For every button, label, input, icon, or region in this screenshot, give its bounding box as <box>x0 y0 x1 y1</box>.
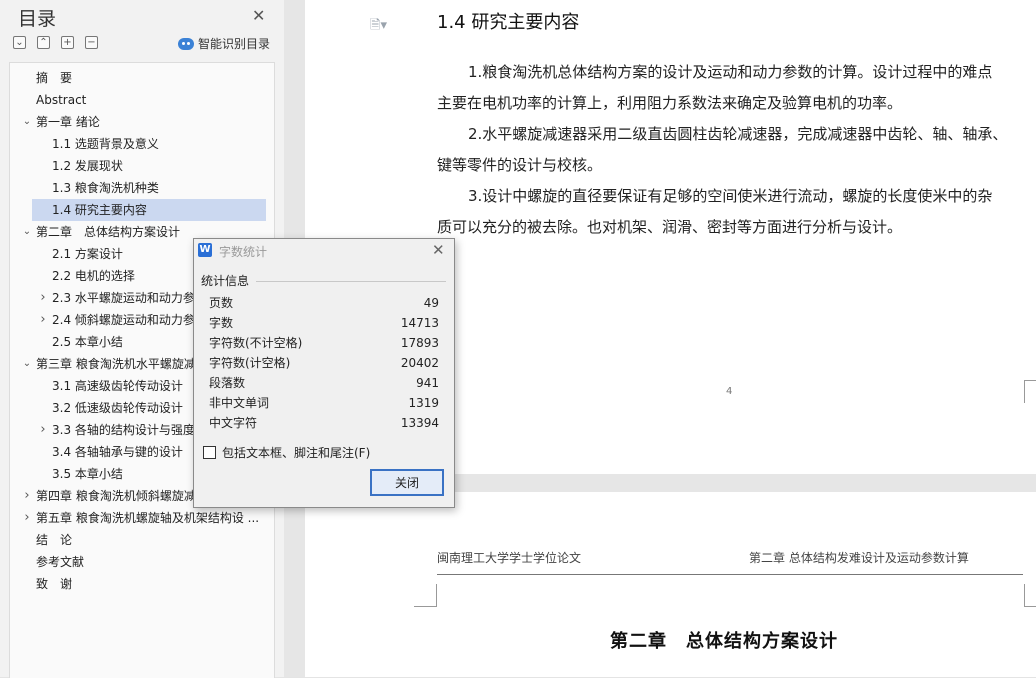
paragraph-line: 质可以充分的被去除。也对机架、润滑、密封等方面进行分析与设计。 <box>437 218 903 236</box>
toc-item-label: 3.1 高速级齿轮传动设计 <box>52 379 183 393</box>
stat-value: 1319 <box>408 396 439 410</box>
section-divider <box>256 281 446 282</box>
toc-item[interactable]: › 第五章 粮食淘洗机螺旋轴及机架结构设 ... <box>10 507 266 529</box>
include-textbox-checkbox[interactable]: 包括文本框、脚注和尾注(F) <box>203 444 370 461</box>
page-number: 4 <box>726 386 733 397</box>
stat-label: 段落数 <box>209 376 246 390</box>
wps-writer-icon: W <box>198 243 212 257</box>
toc-item-label: 1.4 研究主要内容 <box>52 203 147 217</box>
stats-section-label: 统计信息 <box>201 274 250 288</box>
paragraph-line: 2.水平螺旋减速器采用二级直齿圆柱齿轮减速器，完成减速器中齿轮、轴、轴承、 <box>468 125 1008 143</box>
add-item-icon[interactable]: + <box>61 36 74 49</box>
stat-value: 20402 <box>400 356 439 370</box>
expanded-chevron-icon[interactable]: ⌄ <box>22 221 32 243</box>
stat-row: 中文字符 13394 <box>209 413 439 433</box>
header-divider <box>437 574 1023 575</box>
toc-item[interactable]: 1.1 选题背景及意义 <box>10 133 266 155</box>
robot-icon <box>178 37 194 50</box>
close-dialog-button[interactable]: 关闭 <box>370 469 444 496</box>
stat-label: 中文字符 <box>209 416 258 430</box>
toc-item[interactable]: 结 论 <box>10 529 266 551</box>
stat-value: 17893 <box>400 336 439 350</box>
stat-value: 49 <box>423 296 439 310</box>
toc-item-label: Abstract <box>36 93 87 107</box>
toc-item-label: 第五章 粮食淘洗机螺旋轴及机架结构设 ... <box>36 511 260 525</box>
stat-row: 非中文单词 1319 <box>209 393 439 413</box>
toc-item-label: 2.4 倾斜螺旋运动和动力参数 <box>52 313 207 327</box>
toc-item[interactable]: 1.3 粮食淘洗机种类 <box>10 177 266 199</box>
toc-item[interactable]: 1.2 发展现状 <box>10 155 266 177</box>
toc-item[interactable]: ⌄ 第一章 绪论 <box>10 111 266 133</box>
paragraph-line: 键等零件的设计与校核。 <box>437 156 603 174</box>
stat-row: 字符数(计空格) 20402 <box>209 353 439 373</box>
toc-item-label: 1.1 选题背景及意义 <box>52 137 159 151</box>
stat-value: 14713 <box>400 316 439 330</box>
stat-row: 字符数(不计空格) 17893 <box>209 333 439 353</box>
toc-item-label: 2.2 电机的选择 <box>52 269 135 283</box>
stat-value: 941 <box>416 376 439 390</box>
paragraph-line: 1.粮食淘洗机总体结构方案的设计及运动和动力参数的计算。设计过程中的难点 <box>468 63 993 81</box>
stat-label: 字数 <box>209 316 234 330</box>
chapter-title: 第二章 总体结构方案设计 <box>610 631 838 652</box>
stat-value: 13394 <box>400 416 439 430</box>
smart-toc-label: 智能识别目录 <box>198 37 271 51</box>
crop-mark <box>1024 584 1036 607</box>
toc-item-label: 2.3 水平螺旋运动和动力参数 <box>52 291 207 305</box>
collapsed-chevron-icon[interactable]: › <box>22 507 32 529</box>
toc-item[interactable]: Abstract <box>10 89 266 111</box>
toc-item-label: 2.1 方案设计 <box>52 247 123 261</box>
dialog-title: 字数统计 <box>219 245 268 259</box>
page-options-icon[interactable]: 🗎▾ <box>370 16 387 38</box>
collapsed-chevron-icon[interactable]: › <box>38 419 48 441</box>
toc-item-label: 3.5 本章小结 <box>52 467 123 481</box>
toc-item-label: 1.2 发展现状 <box>52 159 123 173</box>
checkbox-box[interactable] <box>203 446 216 459</box>
toc-item[interactable]: 1.4 研究主要内容 <box>32 199 266 221</box>
close-icon[interactable]: ✕ <box>252 6 265 25</box>
toc-item-label: 第一章 绪论 <box>36 115 100 129</box>
paragraph-line: 3.设计中螺旋的直径要保证有足够的空间使米进行流动，螺旋的长度使米中的杂 <box>468 187 993 205</box>
checkbox-label: 包括文本框、脚注和尾注(F) <box>222 446 371 460</box>
stat-label: 页数 <box>209 296 234 310</box>
page-header-right: 第二章 总体结构发难设计及运动参数计算 <box>749 551 969 565</box>
collapsed-chevron-icon[interactable]: › <box>22 485 32 507</box>
page-header-left: 闽南理工大学学士学位论文 <box>437 551 582 565</box>
collapse-all-icon[interactable]: ⌄ <box>13 36 26 49</box>
paragraph-line: 主要在电机功率的计算上，利用阻力系数法来确定及验算电机的功率。 <box>437 94 903 112</box>
expanded-chevron-icon[interactable]: ⌄ <box>22 353 32 375</box>
toc-item-label: 3.2 低速级齿轮传动设计 <box>52 401 183 415</box>
stat-row: 段落数 941 <box>209 373 439 393</box>
toc-title: 目录 <box>18 8 57 30</box>
stat-row: 页数 49 <box>209 293 439 313</box>
toc-item-label: 第二章 总体结构方案设计 <box>36 225 181 239</box>
toc-item-label: 摘 要 <box>36 71 73 85</box>
toc-item[interactable]: 参考文献 <box>10 551 266 573</box>
toc-item-label: 结 论 <box>36 533 73 547</box>
stat-label: 字符数(计空格) <box>209 356 291 370</box>
toc-item-label: 参考文献 <box>36 555 85 569</box>
toc-item-label: 致 谢 <box>36 577 73 591</box>
stat-label: 非中文单词 <box>209 396 270 410</box>
collapsed-chevron-icon[interactable]: › <box>38 309 48 331</box>
section-heading: 1.4 研究主要内容 <box>437 12 580 33</box>
close-icon[interactable]: ✕ <box>432 241 445 259</box>
toc-item-label: 2.5 本章小结 <box>52 335 123 349</box>
stat-label: 字符数(不计空格) <box>209 336 303 350</box>
stat-row: 字数 14713 <box>209 313 439 333</box>
expand-up-icon[interactable]: ⌃ <box>37 36 50 49</box>
collapsed-chevron-icon[interactable]: › <box>38 287 48 309</box>
toc-item[interactable]: 致 谢 <box>10 573 266 595</box>
smart-toc-button[interactable]: 智能识别目录 <box>178 35 270 52</box>
toc-item[interactable]: 摘 要 <box>10 67 266 89</box>
expanded-chevron-icon[interactable]: ⌄ <box>22 111 32 133</box>
crop-mark <box>1024 380 1036 403</box>
toc-item-label: 1.3 粮食淘洗机种类 <box>52 181 159 195</box>
word-count-dialog: W 字数统计 ✕ 统计信息 页数 49 字数 14713 字符数(不计空格) 17893 字… <box>193 238 455 508</box>
toc-item-label: 3.4 各轴轴承与键的设计 <box>52 445 183 459</box>
remove-item-icon[interactable]: − <box>85 36 98 49</box>
crop-mark <box>414 584 437 607</box>
